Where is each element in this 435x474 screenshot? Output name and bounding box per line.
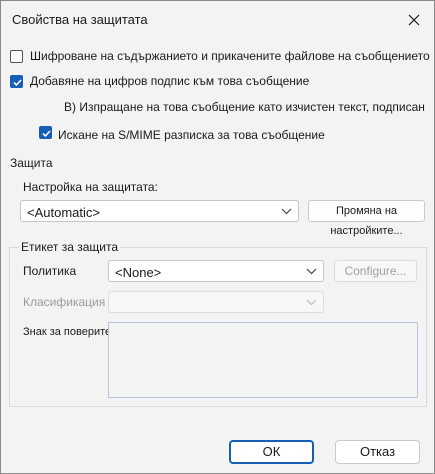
chevron-down-icon xyxy=(306,299,317,306)
security-label-heading: Етикет за защита xyxy=(19,240,120,254)
clear-text-label: В) Изпращане на това съобщение като изчи… xyxy=(64,100,425,114)
check-icon xyxy=(42,130,51,138)
close-button[interactable] xyxy=(399,7,429,33)
check-icon xyxy=(13,79,22,87)
chevron-down-icon xyxy=(306,268,317,275)
privacy-mark-textarea[interactable] xyxy=(108,322,418,398)
close-icon xyxy=(408,14,420,26)
change-settings-button[interactable]: Промяна на настройките... xyxy=(308,200,425,237)
classification-label: Класификация xyxy=(23,295,106,309)
security-setting-dropdown[interactable]: <Automatic> xyxy=(20,200,299,222)
security-heading: Защита xyxy=(10,156,53,170)
policy-dropdown[interactable]: <None> xyxy=(108,260,324,282)
encrypt-label[interactable]: Шифроване на съдържанието и прикачените … xyxy=(30,49,430,63)
chevron-down-icon xyxy=(281,208,292,215)
ok-button[interactable]: ОК xyxy=(229,440,314,464)
dialog-title: Свойства на защитата xyxy=(12,12,148,27)
configure-button[interactable]: Configure... xyxy=(334,260,417,282)
cancel-button[interactable]: Отказ xyxy=(335,440,420,464)
sign-label[interactable]: Добавяне на цифров подпис към това съобщ… xyxy=(30,74,309,88)
dialog-body: Шифроване на съдържанието и прикачените … xyxy=(1,39,434,473)
encrypt-checkbox[interactable] xyxy=(10,50,23,63)
security-properties-dialog: Свойства на защитата Шифроване на съдърж… xyxy=(0,0,435,474)
policy-label: Политика xyxy=(23,264,77,278)
receipt-label[interactable]: Искане на S/MIME разписка за това съобще… xyxy=(58,128,325,142)
classification-dropdown[interactable] xyxy=(108,291,324,313)
sign-checkbox[interactable] xyxy=(10,75,23,88)
policy-value: <None> xyxy=(115,265,162,280)
security-setting-value: <Automatic> xyxy=(27,205,100,220)
security-setting-label: Настройка на защитата: xyxy=(23,180,158,194)
receipt-checkbox[interactable] xyxy=(39,126,52,139)
title-bar: Свойства на защитата xyxy=(1,1,434,39)
